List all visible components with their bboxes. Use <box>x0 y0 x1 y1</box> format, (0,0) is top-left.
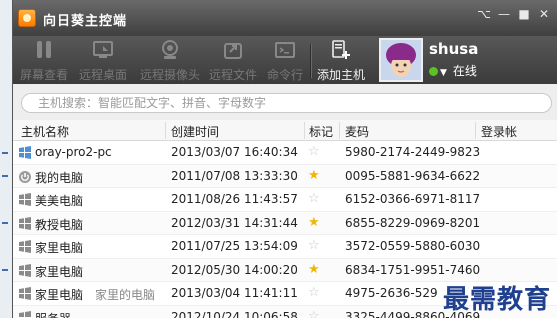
host-name: 教授电脑 <box>35 217 84 232</box>
avatar[interactable] <box>379 38 423 82</box>
dropdown-arrow-icon: ▼ <box>440 68 447 78</box>
column-divider[interactable] <box>339 122 340 139</box>
remote-camera-button[interactable]: 远程摄像头 <box>140 40 200 83</box>
windows-icon <box>18 263 32 277</box>
command-line-button[interactable]: 命令行 <box>260 40 310 83</box>
star-icon[interactable]: ★ <box>308 262 320 277</box>
table-row[interactable]: oray-pro2-pc 2013/03/07 16:40:34 ☆ 5980-217… <box>13 141 557 165</box>
window-controls: ⌥ — ■ ✕ <box>475 6 553 22</box>
created-time: 2011/07/08 13:33:30 <box>171 168 298 183</box>
remote-file-button[interactable]: 远程文件 <box>206 40 260 83</box>
column-divider[interactable] <box>475 122 476 139</box>
search-box[interactable] <box>21 93 552 113</box>
status-text: 在线 <box>452 64 477 78</box>
host-name: 家里电脑 <box>35 288 84 302</box>
skin-icon[interactable]: ⌥ <box>475 6 493 22</box>
created-time: 2011/08/26 11:43:57 <box>171 192 298 206</box>
star-icon[interactable]: ☆ <box>308 144 320 159</box>
online-status-icon <box>429 67 438 76</box>
column-divider[interactable] <box>304 122 305 139</box>
windows-icon <box>18 310 32 318</box>
created-time: 2012/03/31 14:31:44 <box>171 215 298 230</box>
host-name: 我的电脑 <box>35 170 84 185</box>
created-time: 2013/03/04 11:41:11 <box>171 286 298 300</box>
table-row[interactable]: 美美电脑 2011/08/26 11:43:57 ☆ 6152-0366-6971-8… <box>13 188 557 212</box>
created-time: 2011/07/25 13:54:09 <box>171 239 298 253</box>
host-name: 家里电脑 <box>35 241 84 255</box>
created-time: 2012/10/24 10:06:58 <box>171 309 298 318</box>
created-time: 2012/05/30 14:00:20 <box>171 262 298 277</box>
host-code: 4975-2636-529 <box>345 286 438 300</box>
close-button[interactable]: ✕ <box>535 6 553 22</box>
user-avatar-icon <box>381 40 421 80</box>
screen-view-button[interactable]: 屏幕查看 <box>17 40 71 83</box>
add-host-button[interactable]: 添加主机 <box>314 40 368 83</box>
search-input[interactable] <box>22 94 551 112</box>
star-icon[interactable]: ★ <box>308 215 320 230</box>
title-bar[interactable]: 向日葵主控端 ⌥ — ■ ✕ <box>13 0 557 36</box>
command-line-icon <box>275 42 295 58</box>
username: shusa <box>429 40 479 58</box>
app-window: 向日葵主控端 ⌥ — ■ ✕ 屏幕查看 远程桌面 远程摄像头 远程文件 命令行 … <box>12 0 557 318</box>
screen-view-label: 屏幕查看 <box>19 68 68 82</box>
star-icon[interactable]: ☆ <box>308 238 320 253</box>
table-header: 主机名称 创建时间 标记 麦码 登录帐 <box>13 120 557 141</box>
column-header-login[interactable]: 登录帐 <box>481 123 517 140</box>
column-header-code[interactable]: 麦码 <box>345 123 369 140</box>
host-name: oray-pro2-pc <box>35 145 112 159</box>
app-title: 向日葵主控端 <box>43 14 128 29</box>
host-code: 6855-8229-0969-8201 <box>345 215 481 230</box>
search-area <box>13 84 557 120</box>
add-host-icon <box>332 40 350 59</box>
host-code: 0095-5881-9634-6622 <box>345 168 481 183</box>
host-note: 家里的电脑 <box>95 288 156 302</box>
status-selector[interactable]: ▼ 在线 <box>429 62 477 79</box>
host-code: 6834-1751-9951-7460 <box>345 262 481 277</box>
remote-desktop-label: 远程桌面 <box>78 68 127 82</box>
remote-camera-label: 远程摄像头 <box>140 68 201 82</box>
windows-icon <box>18 146 32 159</box>
power-icon <box>18 170 32 183</box>
remote-camera-icon <box>162 40 178 59</box>
remote-desktop-button[interactable]: 远程桌面 <box>76 40 130 83</box>
host-name: 家里电脑 <box>35 264 84 279</box>
column-divider[interactable] <box>165 122 166 139</box>
maximize-button[interactable]: ■ <box>515 6 533 22</box>
windows-icon <box>18 193 32 206</box>
command-line-label: 命令行 <box>266 68 303 82</box>
add-host-label: 添加主机 <box>316 68 365 82</box>
star-icon[interactable]: ★ <box>308 168 320 183</box>
windows-icon <box>18 216 32 230</box>
star-icon[interactable]: ☆ <box>308 285 320 300</box>
column-header-created[interactable]: 创建时间 <box>171 123 219 140</box>
host-name: 服务器 <box>35 310 71 318</box>
host-name: 美美电脑 <box>35 194 84 208</box>
host-code: 3572-0559-5880-6030 <box>345 239 481 253</box>
table-row[interactable]: 教授电脑 2012/03/31 14:31:44 ★ 6855-8229-0969-8… <box>13 211 557 235</box>
table-row[interactable]: 我的电脑 2011/07/08 13:33:30 ★ 0095-5881-9634-6… <box>13 164 557 188</box>
minimize-button[interactable]: — <box>495 6 513 22</box>
remote-file-label: 远程文件 <box>208 68 257 82</box>
remote-desktop-icon <box>93 41 113 58</box>
background-desktop <box>0 0 12 318</box>
windows-icon <box>18 287 32 300</box>
column-header-name[interactable]: 主机名称 <box>21 123 69 140</box>
star-icon[interactable]: ☆ <box>308 191 320 206</box>
remote-file-icon <box>224 43 242 59</box>
watermark: 最需教育 <box>442 285 551 315</box>
created-time: 2013/03/07 16:40:34 <box>171 145 298 159</box>
windows-icon <box>18 240 32 253</box>
toolbar-divider <box>310 44 311 78</box>
screen-view-icon <box>37 41 51 58</box>
star-icon[interactable]: ☆ <box>308 309 320 318</box>
app-logo-icon <box>18 9 36 27</box>
host-code: 5980-2174-2449-9823 <box>345 145 481 159</box>
table-row[interactable]: 家里电脑 2011/07/25 13:54:09 ☆ 3572-0559-5880-6… <box>13 235 557 259</box>
column-header-tag[interactable]: 标记 <box>309 123 333 140</box>
host-code: 6152-0366-6971-8117 <box>345 192 481 206</box>
